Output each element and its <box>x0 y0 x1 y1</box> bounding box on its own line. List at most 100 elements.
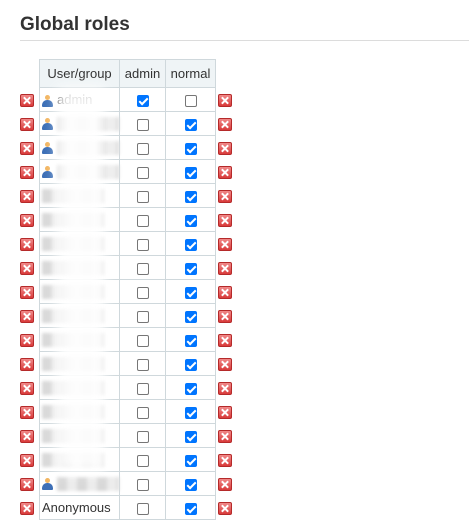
delete-cell-right <box>216 160 232 184</box>
delete-cell-right <box>216 136 232 160</box>
header-spacer-left <box>20 60 40 88</box>
redacted-name <box>42 429 104 444</box>
delete-row-icon[interactable] <box>218 382 232 396</box>
delete-row-icon[interactable] <box>20 118 34 132</box>
user-group-cell: admin <box>39 87 120 112</box>
delete-row-icon[interactable] <box>20 502 34 516</box>
table-body: admin Anonymous <box>20 87 232 520</box>
admin-permission-cell <box>119 255 166 280</box>
normal-permission-checkbox[interactable] <box>184 430 197 443</box>
user-icon <box>42 94 53 107</box>
table-row <box>20 327 232 352</box>
delete-row-icon[interactable] <box>218 166 232 180</box>
admin-permission-checkbox[interactable] <box>136 142 149 155</box>
delete-row-icon[interactable] <box>218 502 232 516</box>
delete-row-icon[interactable] <box>20 262 34 276</box>
normal-permission-cell <box>165 207 216 232</box>
admin-permission-checkbox[interactable] <box>136 358 149 371</box>
delete-row-icon[interactable] <box>218 94 232 108</box>
normal-permission-checkbox[interactable] <box>184 502 197 515</box>
normal-permission-cell <box>165 183 216 208</box>
table-row <box>20 423 232 448</box>
delete-cell-left <box>20 280 40 304</box>
delete-row-icon[interactable] <box>20 190 34 204</box>
delete-row-icon[interactable] <box>20 166 34 180</box>
delete-row-icon[interactable] <box>20 334 34 348</box>
delete-row-icon[interactable] <box>218 190 232 204</box>
delete-row-icon[interactable] <box>218 478 232 492</box>
user-group-cell <box>39 279 120 304</box>
normal-permission-cell <box>165 351 216 376</box>
user-group-cell <box>39 303 120 328</box>
delete-row-icon[interactable] <box>218 310 232 324</box>
admin-permission-checkbox[interactable] <box>136 190 149 203</box>
normal-permission-checkbox[interactable] <box>184 190 197 203</box>
admin-permission-checkbox[interactable] <box>136 94 149 107</box>
user-group-cell <box>39 231 120 256</box>
user-group-name: admin <box>57 92 93 107</box>
table-row <box>20 303 232 328</box>
delete-row-icon[interactable] <box>20 310 34 324</box>
admin-permission-checkbox[interactable] <box>136 166 149 179</box>
delete-row-icon[interactable] <box>218 286 232 300</box>
normal-permission-checkbox[interactable] <box>184 382 197 395</box>
delete-row-icon[interactable] <box>218 406 232 420</box>
normal-permission-checkbox[interactable] <box>184 406 197 419</box>
delete-row-icon[interactable] <box>20 454 34 468</box>
delete-row-icon[interactable] <box>20 406 34 420</box>
delete-row-icon[interactable] <box>218 262 232 276</box>
delete-row-icon[interactable] <box>218 334 232 348</box>
normal-permission-checkbox[interactable] <box>184 310 197 323</box>
delete-row-icon[interactable] <box>20 214 34 228</box>
delete-row-icon[interactable] <box>20 382 34 396</box>
table-row: admin <box>20 87 232 112</box>
delete-row-icon[interactable] <box>20 238 34 252</box>
normal-permission-cell <box>165 255 216 280</box>
delete-row-icon[interactable] <box>20 478 34 492</box>
delete-row-icon[interactable] <box>218 118 232 132</box>
normal-permission-checkbox[interactable] <box>184 214 197 227</box>
delete-row-icon[interactable] <box>218 142 232 156</box>
admin-permission-cell <box>119 495 166 520</box>
normal-permission-checkbox[interactable] <box>184 454 197 467</box>
redacted-name <box>42 357 104 372</box>
admin-permission-checkbox[interactable] <box>136 430 149 443</box>
delete-row-icon[interactable] <box>20 94 34 108</box>
delete-row-icon[interactable] <box>218 454 232 468</box>
normal-permission-checkbox[interactable] <box>184 478 197 491</box>
admin-permission-checkbox[interactable] <box>136 478 149 491</box>
normal-permission-cell <box>165 423 216 448</box>
delete-row-icon[interactable] <box>20 358 34 372</box>
normal-permission-checkbox[interactable] <box>184 118 197 131</box>
delete-row-icon[interactable] <box>218 238 232 252</box>
table-row <box>20 231 232 256</box>
delete-row-icon[interactable] <box>20 430 34 444</box>
normal-permission-checkbox[interactable] <box>184 358 197 371</box>
admin-permission-checkbox[interactable] <box>136 310 149 323</box>
normal-permission-checkbox[interactable] <box>184 334 197 347</box>
admin-permission-checkbox[interactable] <box>136 214 149 227</box>
delete-row-icon[interactable] <box>20 286 34 300</box>
redacted-name <box>42 285 104 300</box>
delete-cell-right <box>216 280 232 304</box>
delete-row-icon[interactable] <box>218 430 232 444</box>
normal-permission-checkbox[interactable] <box>184 166 197 179</box>
normal-permission-checkbox[interactable] <box>184 286 197 299</box>
normal-permission-checkbox[interactable] <box>184 262 197 275</box>
redacted-name <box>57 141 119 156</box>
admin-permission-checkbox[interactable] <box>136 502 149 515</box>
normal-permission-checkbox[interactable] <box>184 142 197 155</box>
admin-permission-checkbox[interactable] <box>136 262 149 275</box>
admin-permission-checkbox[interactable] <box>136 118 149 131</box>
admin-permission-checkbox[interactable] <box>136 286 149 299</box>
admin-permission-checkbox[interactable] <box>136 382 149 395</box>
admin-permission-checkbox[interactable] <box>136 406 149 419</box>
admin-permission-checkbox[interactable] <box>136 238 149 251</box>
normal-permission-checkbox[interactable] <box>184 94 197 107</box>
admin-permission-checkbox[interactable] <box>136 454 149 467</box>
normal-permission-checkbox[interactable] <box>184 238 197 251</box>
delete-row-icon[interactable] <box>218 214 232 228</box>
delete-row-icon[interactable] <box>218 358 232 372</box>
admin-permission-checkbox[interactable] <box>136 334 149 347</box>
delete-row-icon[interactable] <box>20 142 34 156</box>
